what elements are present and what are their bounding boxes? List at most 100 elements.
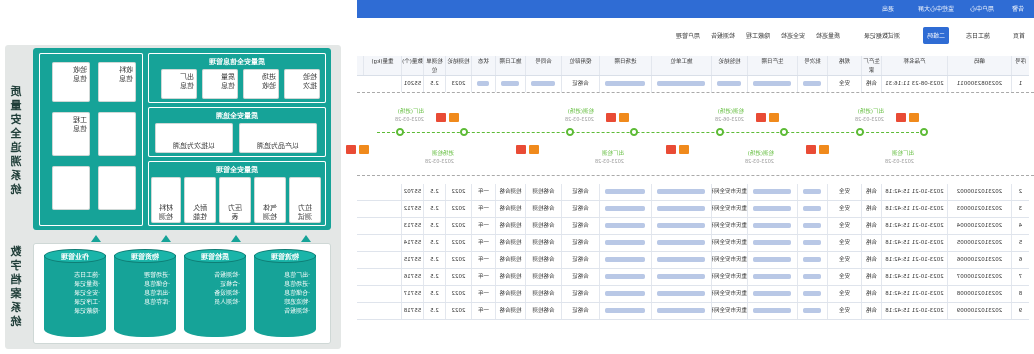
column-header: 规格	[827, 56, 861, 75]
tab-home[interactable]: 首页	[1009, 27, 1029, 44]
redacted-value	[657, 308, 706, 313]
table-row[interactable]: 4 2023102100004 2023-10-21 15:42:18 合格 安全 重庆市…	[357, 218, 1029, 235]
table-cell: 2023-10-21 15:42:18	[881, 201, 947, 217]
table-row[interactable]: 6 2023102100006 2023-10-21 15:42:18 合格 安全 重庆市…	[357, 252, 1029, 269]
panel-quality-info-title: 质量安全信息管理	[209, 58, 265, 66]
column-header: 检测单位	[423, 56, 445, 75]
document-icon[interactable]	[516, 145, 526, 154]
table-cell: 检测合格	[495, 201, 525, 217]
redacted-value	[605, 189, 646, 194]
document-icon[interactable]	[819, 145, 829, 154]
table-cell: 4	[1011, 218, 1029, 234]
topbar-item[interactable]: 退出	[882, 4, 894, 13]
timeline-node[interactable]	[566, 128, 574, 136]
timeline-top-label: 出厂(进场)	[857, 109, 884, 115]
card-gas: 气体 检测	[254, 177, 286, 223]
column-header: 使用部位	[561, 56, 599, 75]
table-cell: 2023102100003	[947, 201, 1011, 217]
timeline-node[interactable]	[920, 128, 928, 136]
document-icon[interactable]	[679, 145, 689, 154]
table-cell: 2023102100006	[947, 252, 1011, 268]
column-header: 生产日期	[747, 56, 797, 75]
table-cell: 55717	[401, 286, 423, 302]
table-cell: 安全	[827, 269, 861, 285]
table-cell: 55714	[401, 235, 423, 251]
redacted-value	[753, 308, 792, 313]
redacted-value	[657, 189, 706, 194]
cylinder-quality: 质检管理 ·检测报告 ·合格证 ·检测设备 ·检测人员	[184, 249, 246, 341]
table-cell	[797, 218, 827, 234]
tab-safety[interactable]: 安全巡检	[777, 27, 809, 44]
document-icon[interactable]	[666, 145, 676, 154]
table-row[interactable]: 7 2023102100007 2023-10-21 15:42:18 合格 安全 重庆市…	[357, 269, 1029, 286]
redacted-value	[717, 81, 742, 86]
redacted-value	[605, 223, 646, 228]
tab-users[interactable]: 用户管理	[672, 27, 704, 44]
cylinder-logistics: 物流管理 ·出厂信息 ·进场信息 ·仓储信息 ·物流追踪 ·检测报告	[254, 249, 316, 341]
arrow-up-icon	[301, 235, 311, 242]
document-icon[interactable]	[619, 113, 629, 122]
table-cell: 合格证	[561, 303, 599, 319]
tab-quality[interactable]: 质量巡检	[812, 27, 844, 44]
column-header: 批次号	[797, 56, 827, 75]
table-cell: 检测合格	[495, 184, 525, 200]
table-cell: 合格证	[561, 286, 599, 302]
table-row[interactable]: 2 2023102100002 2023-10-21 15:42:18 合格 安全 重庆市…	[357, 184, 1029, 201]
document-icon[interactable]	[896, 113, 906, 122]
table-cell	[747, 201, 797, 217]
timeline-node[interactable]	[460, 128, 468, 136]
column-header: 施工日期	[495, 56, 525, 75]
document-icon[interactable]	[449, 113, 459, 122]
table-cell: 安全	[827, 218, 861, 234]
document-icon[interactable]	[359, 145, 369, 154]
tab-hidden[interactable]: 隐蔽工程	[742, 27, 774, 44]
timeline-node[interactable]	[856, 128, 864, 136]
tab-report[interactable]: 检测报告	[707, 27, 739, 44]
table-cell	[747, 76, 797, 92]
topbar-item[interactable]: 告警	[1012, 4, 1024, 13]
table-row[interactable]: 5 2023102100005 2023-10-21 15:42:18 合格 安全 重庆市…	[357, 235, 1029, 252]
table-row[interactable]: 9 2023102100009 2023-10-21 15:42:18 合格 安全 重庆市…	[357, 303, 1029, 320]
tab-test[interactable]: 测试数据记录	[860, 27, 904, 44]
document-icon[interactable]	[806, 145, 816, 154]
document-icon[interactable]	[436, 113, 446, 122]
table-cell: 重庆市安全网有限公司	[711, 303, 747, 319]
timeline-top-date: 2023-03-28	[564, 117, 594, 123]
table-cell	[797, 184, 827, 200]
redacted-value	[753, 206, 792, 211]
document-icon[interactable]	[529, 145, 539, 154]
document-icon[interactable]	[909, 113, 919, 122]
side-card-6	[98, 166, 136, 210]
redacted-value	[803, 257, 822, 262]
panel-safety-title: 质量安全管理	[216, 166, 258, 174]
table-cell	[599, 252, 651, 268]
topbar-item[interactable]: 监控中心大屏	[918, 4, 954, 13]
document-icon[interactable]	[769, 113, 779, 122]
document-icon[interactable]	[606, 113, 616, 122]
topbar-item[interactable]: 用户中心	[970, 4, 994, 13]
table-cell: 合格	[861, 235, 881, 251]
table-row[interactable]: 3 2023102100003 2023-10-21 15:42:18 合格 安全 重庆市…	[357, 201, 1029, 218]
table-cell: 2022	[445, 286, 471, 302]
tab-log[interactable]: 施工日志	[962, 27, 994, 44]
table-cell: 3	[1011, 201, 1029, 217]
table-cell: 2022	[445, 201, 471, 217]
timeline-node[interactable]	[630, 128, 638, 136]
table-row[interactable]: 1 2023082300011 2023-08-23 11:16:31 合格 安全 合格证…	[357, 76, 1029, 93]
table-row[interactable]: 8 2023102100008 2023-10-21 15:42:18 合格 安全 重庆市…	[357, 286, 1029, 303]
table-cell: 1	[1011, 76, 1029, 92]
table-cell: 55718	[401, 303, 423, 319]
timeline-node[interactable]	[780, 128, 788, 136]
tab-qrcode[interactable]: 二维码	[922, 27, 949, 44]
document-icon[interactable]	[346, 145, 356, 154]
timeline-top-label: 出厂(进场)	[397, 109, 424, 115]
document-icon[interactable]	[756, 113, 766, 122]
table-cell: 2023102100009	[947, 303, 1011, 319]
table-cell: 一年	[471, 252, 495, 268]
table-cell: 2023-08-23 11:16:31	[881, 76, 947, 92]
timeline-node[interactable]	[396, 128, 404, 136]
table-cell	[599, 76, 651, 92]
timeline-top-label: 检测(进场)	[717, 109, 744, 115]
redacted-value	[753, 81, 792, 86]
timeline-node[interactable]	[716, 128, 724, 136]
